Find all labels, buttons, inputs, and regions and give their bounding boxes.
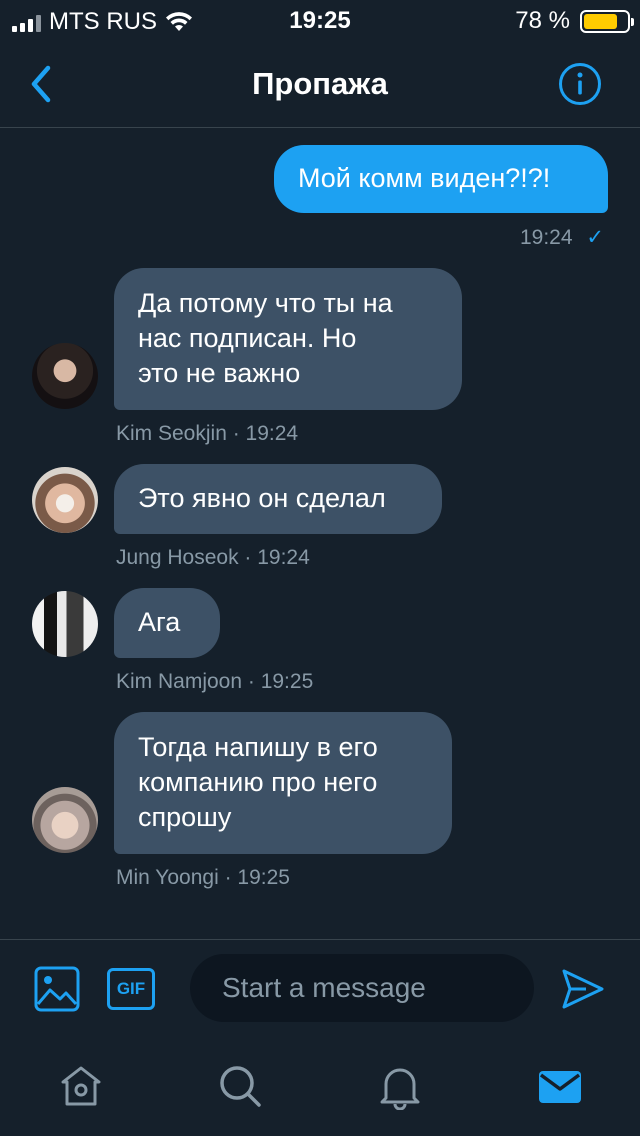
sent-check-icon: ✓ <box>586 226 604 249</box>
info-icon <box>559 63 601 105</box>
sender-meta: Kim Namjoon · 19:25 <box>116 670 314 693</box>
mail-icon <box>539 1071 581 1103</box>
tab-search[interactable] <box>216 1062 264 1110</box>
message-text: Мой комм виден?!?! <box>298 163 551 193</box>
add-photo-button[interactable] <box>34 966 80 1012</box>
dm-conversation-screen: MTS RUS 19:25 78 % Пропажа Мой комм виде… <box>0 0 640 1136</box>
sender-meta: Jung Hoseok · 19:24 <box>116 546 310 569</box>
message-timestamp: 19:24 ✓ <box>519 226 604 249</box>
tab-messages[interactable] <box>536 1062 584 1110</box>
incoming-message-bubble[interactable]: Ага <box>114 588 220 658</box>
image-icon <box>34 966 80 1012</box>
avatar[interactable] <box>32 343 98 409</box>
message-input[interactable] <box>190 954 534 1022</box>
bottom-tab-bar <box>0 1040 640 1136</box>
message-composer: GIF <box>0 939 640 1039</box>
incoming-message-bubble[interactable]: Да потому что ты на нас подписан. Но это… <box>114 268 462 410</box>
info-button[interactable] <box>558 62 602 106</box>
message-thread: Мой комм виден?!?! 19:24 ✓ Да потому что… <box>0 129 640 939</box>
battery-percentage: 78 % <box>515 7 570 34</box>
send-button[interactable] <box>560 966 606 1012</box>
incoming-message-bubble[interactable]: Тогда напишу в его компанию про него спр… <box>114 712 452 854</box>
battery-icon <box>580 9 634 33</box>
battery-level-fill <box>584 13 617 29</box>
avatar[interactable] <box>32 787 98 853</box>
outgoing-message-bubble[interactable]: Мой комм виден?!?! <box>274 145 608 213</box>
sender-meta: Min Yoongi · 19:25 <box>116 866 290 889</box>
conversation-title: Пропажа <box>252 66 388 101</box>
incoming-message-bubble[interactable]: Это явно он сделал <box>114 464 442 534</box>
tab-home[interactable] <box>57 1062 105 1110</box>
send-icon <box>562 969 604 1009</box>
avatar[interactable] <box>32 591 98 657</box>
bell-icon <box>380 1068 420 1110</box>
home-icon <box>61 1066 101 1106</box>
conversation-header: Пропажа <box>0 40 640 128</box>
avatar[interactable] <box>32 467 98 533</box>
search-icon <box>220 1066 261 1107</box>
gif-button[interactable]: GIF <box>107 968 155 1010</box>
status-bar: MTS RUS 19:25 78 % <box>0 0 640 40</box>
sender-meta: Kim Seokjin · 19:24 <box>116 422 299 445</box>
tab-notifications[interactable] <box>376 1062 424 1110</box>
